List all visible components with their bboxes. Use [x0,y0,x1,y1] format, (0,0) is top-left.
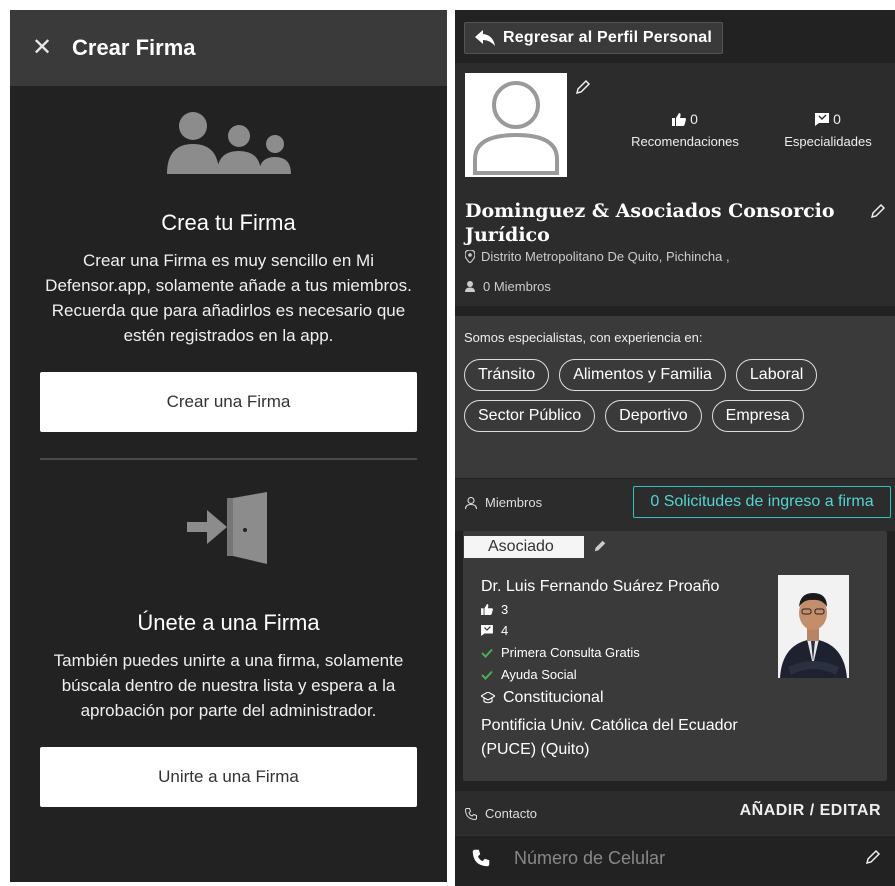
check-icon [481,648,493,658]
contact-label-text: Contacto [485,806,538,821]
firm-name: Dominguez & Asociados Consorcio Jurídico [465,200,835,246]
member-comments: 4 [481,623,508,638]
comment-flag-icon [481,625,493,636]
join-firm-title: Únete a una Firma [137,610,320,635]
firm-members-text: 0 Miembros [483,279,551,294]
firm-location-text: Distrito Metropolitano De Quito, Pichinc… [481,249,730,264]
left-header-title: Crear Firma [72,35,196,60]
member-name: Dr. Luis Fernando Suárez Proaño [481,578,720,595]
contact-label: Contacto [465,806,537,821]
member-comments-count: 4 [501,623,509,638]
create-firm-panel: ✕ Crear Firma Crea tu Firma Crear una Fi… [10,10,447,882]
specialties-label: Especialidades [784,134,872,149]
person-icon [465,281,475,292]
member-specialty-text: Constitucional [503,689,604,706]
specialty-chips: Tránsito Alimentos y Familia Laboral Sec… [464,359,864,432]
join-requests-button[interactable]: 0 Solicitudes de ingreso a firma [633,486,891,518]
location-pin-icon [465,250,475,263]
contact-bar: Contacto AÑADIR / EDITAR [455,791,895,835]
left-header: ✕ Crear Firma [10,10,447,86]
specialty-chip[interactable]: Laboral [735,359,818,391]
create-firm-button[interactable]: Crear una Firma [40,372,417,432]
specialty-chip[interactable]: Tránsito [464,359,550,391]
graduation-cap-icon [481,692,495,704]
member-likes: 3 [481,602,508,617]
specialties-count: 0 [833,111,841,127]
member-feature: Ayuda Social [481,667,577,682]
avatar-placeholder-icon [473,81,559,175]
firm-members-count: 0 Miembros [465,279,551,294]
member-specialty: Constitucional [481,689,604,707]
back-bar: Regresar al Perfil Personal [455,10,895,62]
comment-flag-icon [815,112,830,126]
edit-name-pencil-icon[interactable] [870,203,886,219]
specialty-chip[interactable]: Deportivo [605,400,702,432]
specialties-box: Somos especialistas, con experiencia en:… [455,316,895,478]
thumbs-up-icon [481,604,493,615]
member-feature-text: Primera Consulta Gratis [501,645,640,660]
reply-arrow-icon [475,30,495,46]
specialty-chip[interactable]: Alimentos y Familia [559,359,726,391]
member-photo [778,575,849,678]
firm-profile-card: 0 Recomendaciones 0 Especialidades Domin… [455,63,895,306]
specialty-chip[interactable]: Empresa [711,400,804,432]
member-likes-count: 3 [501,602,509,617]
back-button-label: Regresar al Perfil Personal [503,29,713,46]
members-bar: Miembros 0 Solicitudes de ingreso a firm… [455,479,895,531]
avatar[interactable] [465,73,567,177]
phone-outline-icon [465,807,477,820]
member-feature: Primera Consulta Gratis [481,645,640,660]
members-label: Miembros [465,495,542,510]
recommendations-stat: 0 Recomendaciones [613,111,757,149]
members-label-text: Miembros [485,495,543,510]
join-firm-description: También puedes unirte a una firma, solam… [53,651,404,720]
firm-location: Distrito Metropolitano De Quito, Pichinc… [465,249,730,264]
edit-role-pencil-icon[interactable] [593,539,607,553]
recommendations-label: Recomendaciones [631,134,739,149]
close-icon[interactable]: ✕ [32,36,60,60]
firm-profile-panel: Regresar al Perfil Personal 0 Recomendac… [455,10,895,886]
check-icon [481,670,493,680]
phone-number-field[interactable]: Número de Celular [514,848,665,869]
divider [40,458,417,460]
edit-phone-pencil-icon[interactable] [865,849,881,865]
thumbs-up-icon [672,112,687,126]
add-edit-contact-button[interactable]: AÑADIR / EDITAR [740,802,881,820]
specialty-chip[interactable]: Sector Público [464,400,596,432]
edit-photo-pencil-icon[interactable] [575,79,591,95]
member-feature-text: Ayuda Social [501,667,577,682]
member-university: Pontificia Univ. Católica del Ecuador (P… [481,717,738,758]
join-firm-button[interactable]: Unirte a una Firma [40,747,417,807]
phone-row[interactable]: Número de Celular [455,835,895,881]
group-icon [10,110,447,174]
specialties-stat: 0 Especialidades [767,111,889,149]
member-role-tag: Asociado [464,536,584,558]
create-firm-description: Crear una Firma es muy sencillo en Mi De… [45,251,412,345]
person-outline-icon [465,496,477,509]
door-enter-icon [10,492,447,564]
specialties-intro: Somos especialistas, con experiencia en: [464,330,703,345]
recommendations-count: 0 [690,111,698,127]
create-firm-title: Crea tu Firma [161,210,296,235]
phone-icon [472,849,490,867]
back-to-profile-button[interactable]: Regresar al Perfil Personal [464,22,724,54]
member-portrait-image [778,575,849,678]
member-card[interactable]: Asociado Dr. Luis Fernando Suárez Proaño… [463,531,887,781]
